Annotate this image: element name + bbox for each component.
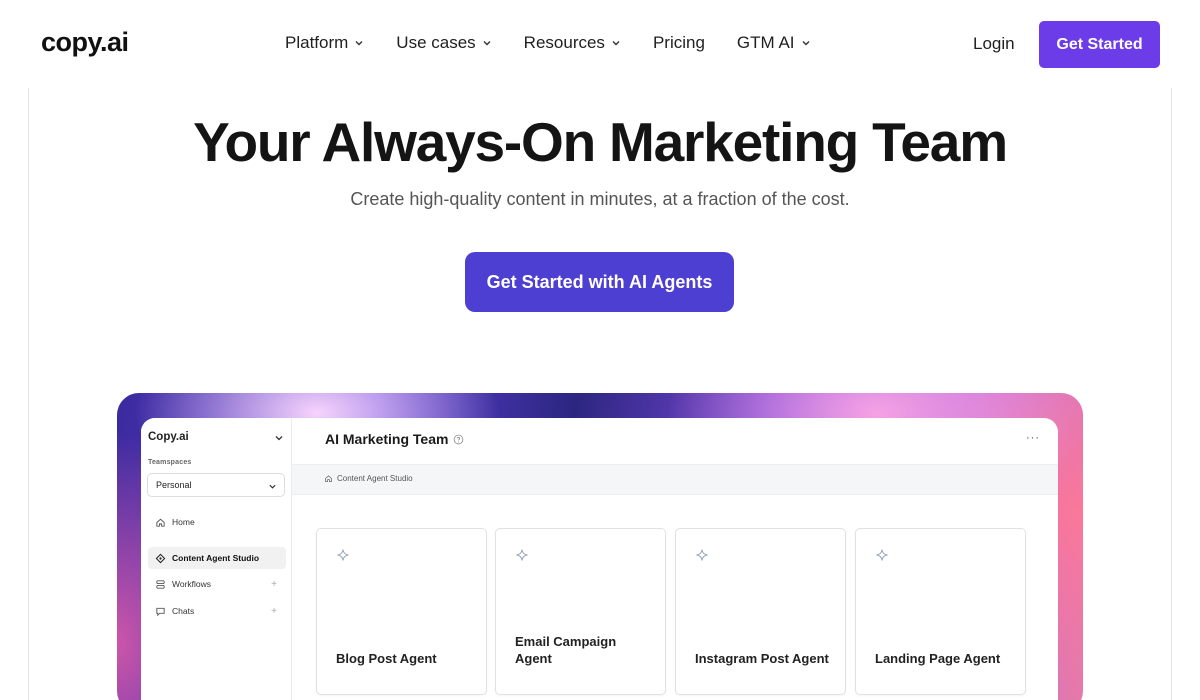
login-link[interactable]: Login [973, 34, 1015, 54]
agent-card-label: Email Campaign Agent [515, 634, 617, 666]
get-started-button[interactable]: Get Started [1039, 21, 1160, 68]
copy-ai-logo[interactable]: copy.ai [41, 27, 129, 58]
nav-use-cases[interactable]: Use cases [396, 33, 491, 53]
sidebar-item-content-agent-studio[interactable]: Content Agent Studio [148, 547, 286, 569]
workflows-icon [156, 579, 165, 589]
agent-card-landing-page[interactable]: Landing Page Agent [855, 528, 1026, 695]
teamspace-select[interactable]: Personal [147, 473, 285, 497]
teamspace-value: Personal [156, 480, 192, 490]
chevron-down-icon [355, 41, 363, 46]
hero-subtitle: Create high-quality content in minutes, … [350, 189, 850, 209]
nav-resources[interactable]: Resources [524, 33, 621, 53]
teamspaces-label: Teamspaces [148, 459, 192, 466]
agent-card-label: Instagram Post Agent [695, 651, 829, 666]
sparkle-icon [516, 549, 528, 561]
home-icon [156, 518, 165, 527]
app-page-title: AI Marketing Team [325, 431, 464, 447]
frame-divider-right [1171, 88, 1172, 700]
agent-card-label: Landing Page Agent [875, 651, 1001, 666]
add-chat-icon[interactable]: + [271, 606, 277, 617]
site-header: copy.ai Platform Use cases Resources Pri… [0, 0, 1200, 88]
chevron-down-icon [483, 41, 491, 46]
chevron-down-icon [612, 41, 620, 46]
hero-title: Your Always-On Marketing Team [193, 111, 1008, 173]
breadcrumb-label: Content Agent Studio [337, 474, 413, 483]
app-sidebar: Copy.ai Teamspaces Personal Home Content… [141, 418, 292, 700]
sidebar-item-label: Home [172, 517, 195, 527]
agent-card-email-campaign[interactable]: Email Campaign Agent [495, 528, 666, 695]
help-circle-icon[interactable] [453, 434, 464, 445]
get-started-ai-agents-button[interactable]: Get Started with AI Agents [465, 252, 734, 312]
agent-card-instagram-post[interactable]: Instagram Post Agent [675, 528, 846, 695]
agent-card-blog-post[interactable]: Blog Post Agent [316, 528, 487, 695]
sidebar-item-label: Workflows [172, 579, 212, 589]
sparkle-icon [876, 549, 888, 561]
sidebar-item-workflows[interactable]: Workflows + [148, 573, 286, 595]
sparkle-icon [337, 549, 349, 561]
breadcrumb[interactable]: Content Agent Studio [324, 474, 413, 483]
chevron-down-icon[interactable] [274, 433, 284, 443]
sidebar-item-home[interactable]: Home [148, 511, 286, 533]
workspace-brand[interactable]: Copy.ai [148, 431, 189, 443]
main-nav: Platform Use cases Resources Pricing GTM… [285, 33, 843, 53]
add-workflow-icon[interactable]: + [271, 579, 277, 590]
nav-label: Pricing [652, 33, 705, 52]
more-options-icon[interactable]: ··· [1026, 432, 1040, 444]
chevron-down-icon [269, 484, 276, 489]
sparkle-icon [696, 549, 708, 561]
sidebar-item-label: Content Agent Studio [172, 553, 260, 563]
nav-label: Platform [285, 33, 349, 52]
nav-label: GTM AI [736, 33, 795, 52]
agent-card-label: Blog Post Agent [336, 651, 437, 666]
app-preview-window: Copy.ai Teamspaces Personal Home Content… [141, 418, 1058, 700]
sidebar-item-chats[interactable]: Chats + [148, 600, 286, 622]
nav-gtm-ai[interactable]: GTM AI [737, 33, 811, 53]
nav-label: Use cases [396, 33, 476, 52]
home-icon [325, 475, 332, 482]
app-page-title-text: AI Marketing Team [325, 431, 449, 447]
nav-pricing[interactable]: Pricing [653, 33, 705, 53]
chats-icon [156, 607, 165, 616]
nav-label: Resources [523, 33, 605, 52]
sidebar-item-label: Chats [172, 606, 195, 616]
nav-platform[interactable]: Platform [285, 33, 364, 53]
agent-studio-icon [155, 553, 166, 563]
frame-divider-left [28, 88, 29, 700]
chevron-down-icon [802, 41, 810, 46]
